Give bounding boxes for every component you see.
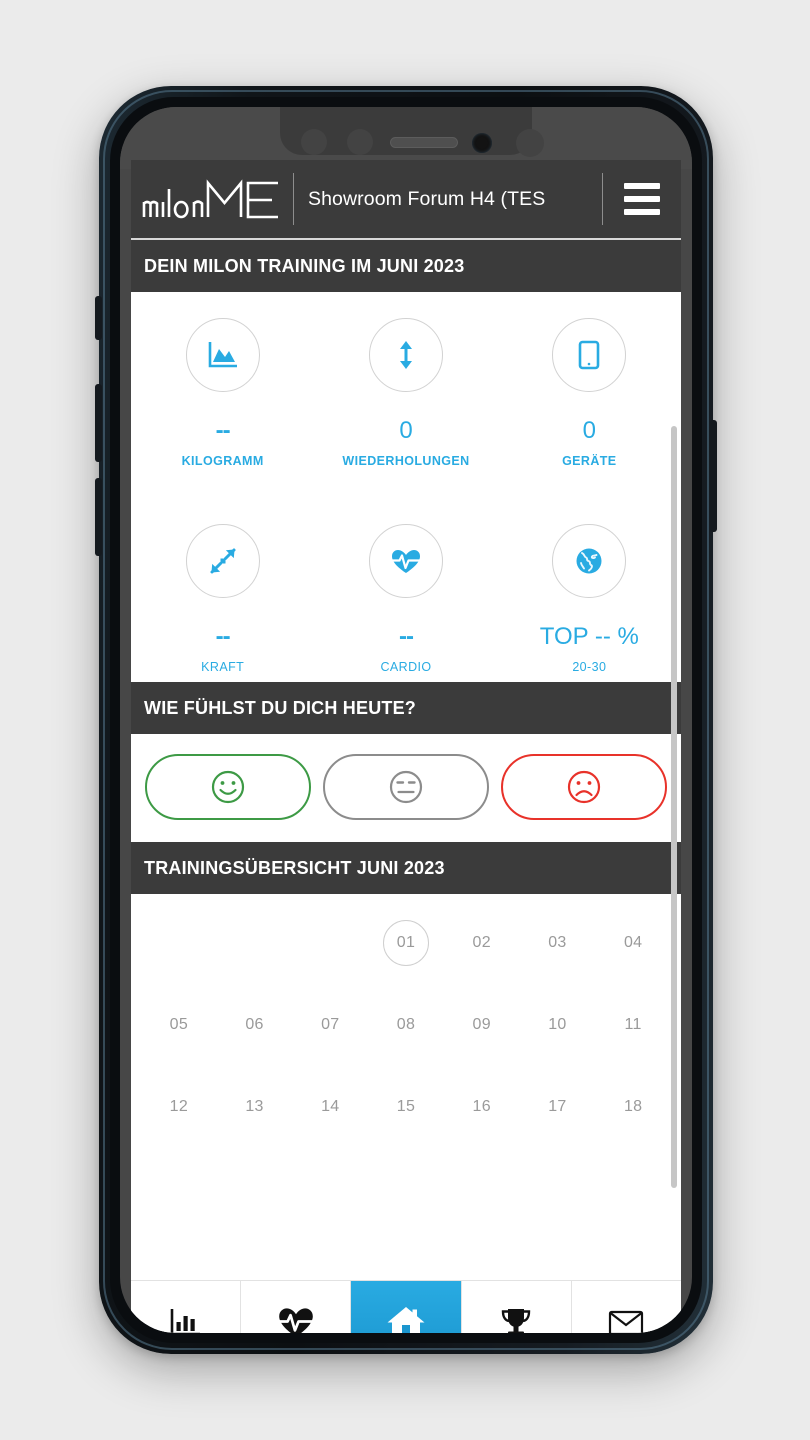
stat-value: TOP -- % [539, 623, 639, 650]
stat-kraft[interactable]: -- KRAFT [131, 524, 314, 674]
mood-selector-panel [131, 734, 681, 842]
heartbeat-icon [276, 1307, 316, 1333]
calendar-grid: 01 02 03 04 05 06 07 08 09 10 11 12 13 14 15 16 17 18 [141, 920, 671, 1130]
calendar-cell-day[interactable]: 14 [292, 1084, 368, 1130]
mood-option-bad[interactable] [501, 754, 667, 820]
stat-icon-circle [185, 318, 260, 392]
calendar-cell-day[interactable]: 15 [368, 1084, 444, 1130]
calendar-cell-day[interactable]: 03 [520, 920, 596, 966]
stat-label: KILOGRAMM [181, 454, 264, 468]
stat-cardio[interactable]: -- CARDIO [314, 524, 497, 674]
calendar-cell-empty [217, 920, 293, 966]
ambient-light-sensor-icon [347, 129, 373, 155]
stat-kilogramm[interactable]: -- KILOGRAMM [131, 318, 314, 468]
calendar-cell-day[interactable]: 02 [444, 920, 520, 966]
stat-value: -- [399, 623, 414, 650]
mood-option-good[interactable] [145, 754, 311, 820]
calendar-cell-day[interactable]: 10 [520, 1002, 596, 1048]
milon-me-logo[interactable] [131, 160, 293, 239]
app-header-bar: Showroom Forum H4 (TES [131, 160, 681, 240]
calendar-cell-day[interactable]: 04 [595, 920, 671, 966]
training-calendar-panel: 01 02 03 04 05 06 07 08 09 10 11 12 13 14 15 16 17 18 [131, 894, 681, 1130]
earpiece-speaker-icon [390, 137, 458, 148]
app-viewport: Showroom Forum H4 (TES DEIN MILON TRAINI… [131, 160, 681, 1280]
smiley-sad-icon [567, 770, 601, 804]
smiley-neutral-icon [389, 770, 423, 804]
arrows-vertical-icon [399, 341, 412, 369]
power-button[interactable] [710, 420, 717, 532]
volume-down-button[interactable] [95, 478, 102, 556]
trophy-icon [502, 1308, 531, 1333]
studio-title: Showroom Forum H4 (TES [308, 187, 546, 210]
calendar-cell-day[interactable]: 05 [141, 1002, 217, 1048]
globe-icon [576, 548, 602, 574]
stat-label: CARDIO [380, 660, 432, 674]
stat-icon-circle [552, 524, 627, 598]
stats-row-bottom: -- KRAFT -- CARDIO TOP -- % 20-30 [131, 524, 681, 674]
stat-label: WIEDERHOLUNGEN [342, 454, 470, 468]
hamburger-menu-icon[interactable] [603, 160, 681, 239]
mood-section-heading: WIE FÜHLST DU DICH HEUTE? [131, 682, 681, 734]
nav-item-statistics[interactable] [131, 1281, 242, 1333]
calendar-cell-day[interactable]: 17 [520, 1084, 596, 1130]
mood-option-neutral[interactable] [323, 754, 489, 820]
tablet-device-icon [579, 340, 600, 370]
stat-icon-circle [368, 318, 443, 392]
stat-label: KRAFT [201, 660, 245, 674]
scene: Showroom Forum H4 (TES DEIN MILON TRAINI… [0, 0, 810, 1440]
training-stats-panel: -- KILOGRAMM 0 WIEDERHOLUNGEN 0 GERÄTE -… [131, 292, 681, 682]
dot-projector-icon [516, 129, 544, 157]
nav-item-home[interactable] [351, 1281, 462, 1333]
stats-row-top: -- KILOGRAMM 0 WIEDERHOLUNGEN 0 GERÄTE [131, 318, 681, 468]
stat-value: -- [215, 417, 231, 444]
calendar-cell-day[interactable]: 08 [368, 1002, 444, 1048]
stat-icon-circle [185, 524, 260, 598]
phone-screen: Showroom Forum H4 (TES DEIN MILON TRAINI… [120, 107, 692, 1333]
stat-label: 20-30 [572, 660, 607, 674]
mute-switch-button[interactable] [95, 296, 102, 340]
calendar-cell-day[interactable]: 11 [595, 1002, 671, 1048]
bar-chart-icon [170, 1308, 200, 1333]
heartbeat-icon [389, 550, 423, 573]
calendar-cell-empty [141, 920, 217, 966]
calendar-section-heading: TRAININGSÜBERSICHT JUNI 2023 [131, 842, 681, 894]
volume-up-button[interactable] [95, 384, 102, 462]
stat-value: 0 [399, 417, 413, 444]
compress-arrows-icon [210, 548, 236, 574]
calendar-cell-day[interactable]: 18 [595, 1084, 671, 1130]
stat-value: 0 [582, 417, 596, 444]
bottom-navigation-bar [131, 1280, 682, 1333]
stat-value: -- [215, 623, 231, 650]
stat-icon-circle [368, 524, 443, 598]
stat-geraete[interactable]: 0 GERÄTE [498, 318, 681, 468]
area-chart-icon [208, 342, 237, 368]
stat-label: GERÄTE [562, 454, 617, 468]
content-scrollbar-thumb[interactable] [671, 426, 677, 1188]
calendar-cell-day[interactable]: 16 [444, 1084, 520, 1130]
nav-item-achievements[interactable] [461, 1281, 572, 1333]
calendar-cell-day[interactable]: 13 [217, 1084, 293, 1130]
calendar-cell-empty [292, 920, 368, 966]
content-scrollbar-track[interactable] [671, 293, 679, 1280]
calendar-cell-day[interactable]: 09 [444, 1002, 520, 1048]
stat-wiederholungen[interactable]: 0 WIEDERHOLUNGEN [314, 318, 497, 468]
nav-item-health[interactable] [241, 1281, 352, 1333]
proximity-sensor-icon [301, 129, 327, 155]
calendar-cell-today[interactable]: 01 [382, 920, 429, 966]
nav-item-messages[interactable] [571, 1281, 682, 1333]
home-icon [387, 1306, 425, 1333]
calendar-cell-day[interactable]: 12 [141, 1084, 217, 1130]
calendar-cell-day[interactable]: 07 [292, 1002, 368, 1048]
envelope-icon [609, 1310, 644, 1333]
training-section-heading: DEIN MILON TRAINING IM JUNI 2023 [131, 240, 681, 292]
smiley-happy-icon [211, 770, 245, 804]
stat-icon-circle [552, 318, 627, 392]
stat-top-percent[interactable]: TOP -- % 20-30 [498, 524, 681, 674]
front-camera-icon [472, 133, 492, 153]
calendar-cell-day[interactable]: 06 [217, 1002, 293, 1048]
